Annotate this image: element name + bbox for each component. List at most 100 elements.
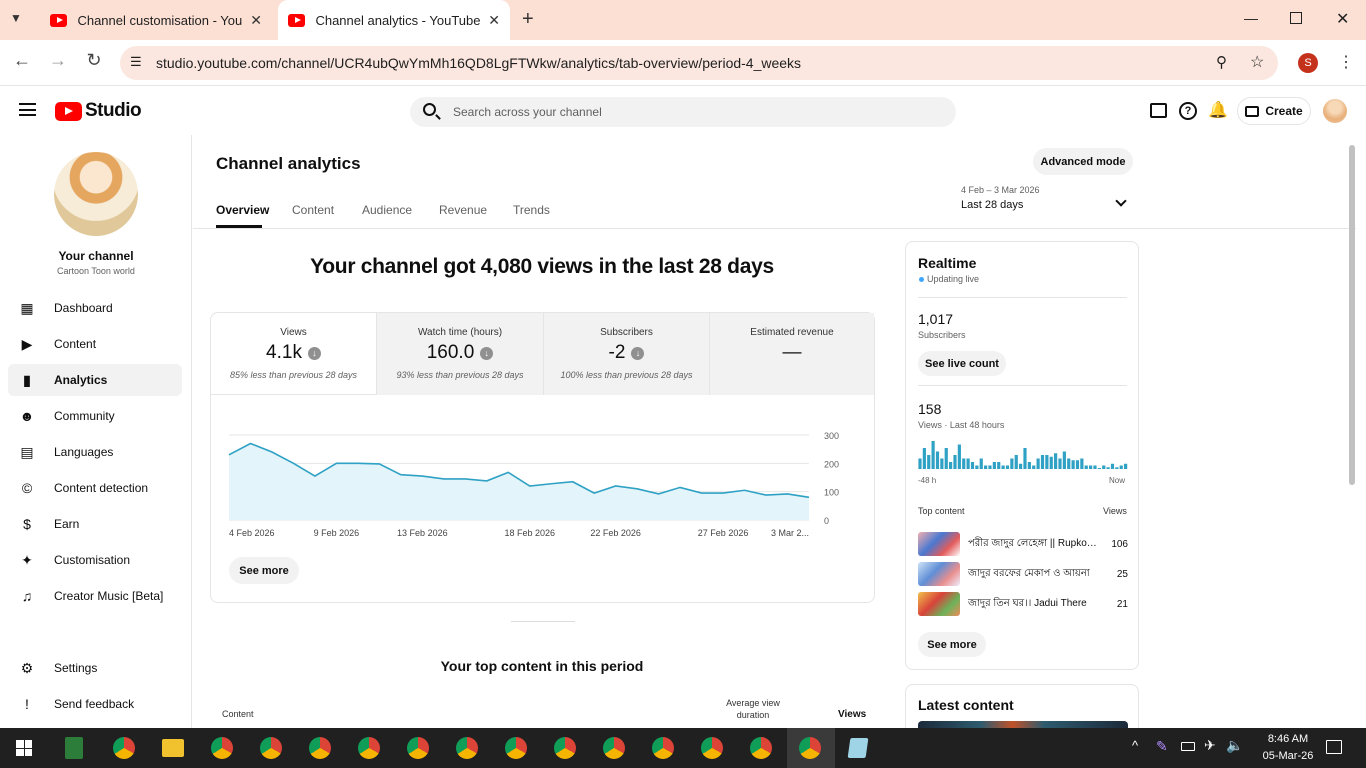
tab-overview[interactable]: Overview xyxy=(216,203,269,217)
windows-start-icon[interactable] xyxy=(16,740,32,756)
tab-search-chevron-icon[interactable]: ▼ xyxy=(10,11,22,25)
chrome-icon[interactable] xyxy=(211,737,233,759)
metric-views[interactable]: Views 4.1k ↓ 85% less than previous 28 da… xyxy=(211,313,377,395)
top-content-item[interactable]: পরীর জাদুর লেহেঙ্গা || Rupkotha 106 xyxy=(918,532,1128,556)
show-hidden-icons[interactable]: ^ xyxy=(1132,738,1138,753)
address-bar[interactable]: ☰ studio.youtube.com/channel/UCR4ubQwYmM… xyxy=(120,46,1278,80)
realtime-bar xyxy=(1023,448,1027,469)
table-header-avg-duration[interactable]: Average view duration xyxy=(713,697,793,721)
top-content-item[interactable]: জাদুর তিন ঘর।। Jadui There 21 xyxy=(918,592,1128,616)
sidebar-item-settings[interactable]: ⚙ Settings xyxy=(8,652,182,684)
see-live-count-button[interactable]: See live count xyxy=(918,351,1006,376)
chrome-profile-icon[interactable] xyxy=(701,737,723,759)
hamburger-menu-icon[interactable] xyxy=(19,103,36,116)
channel-avatar[interactable] xyxy=(54,152,138,236)
sidebar-item-creator-music[interactable]: ♫ Creator Music [Beta] xyxy=(8,580,182,612)
tab-content[interactable]: Content xyxy=(292,203,334,217)
window-close-icon[interactable]: ✕ xyxy=(1336,9,1349,29)
chrome-profile-icon[interactable] xyxy=(505,737,527,759)
metric-revenue[interactable]: Estimated revenue — xyxy=(709,313,874,395)
back-icon[interactable]: ← xyxy=(10,50,34,71)
section-divider xyxy=(511,621,575,622)
tab-revenue[interactable]: Revenue xyxy=(439,203,487,217)
windows-taskbar: ^ ✎ ✈ 🔈 8:46 AM 05-Mar-26 xyxy=(0,728,1366,768)
notifications-bell-icon[interactable]: 🔔 xyxy=(1208,100,1228,120)
notepad-icon[interactable] xyxy=(847,738,869,758)
latest-content-title: Latest content xyxy=(918,697,1014,713)
notification-center-icon[interactable] xyxy=(1326,740,1342,754)
browser-tab-2[interactable]: Channel analytics - YouTube Studio ✕ xyxy=(278,0,510,40)
chrome-profile-icon[interactable] xyxy=(554,737,576,759)
realtime-bar-chart[interactable] xyxy=(918,439,1128,469)
sidebar-item-feedback[interactable]: ! Send feedback xyxy=(8,688,182,720)
sidebar-item-earn[interactable]: $ Earn xyxy=(8,508,182,540)
minimize-icon[interactable]: — xyxy=(1244,10,1258,26)
site-info-icon[interactable]: ☰ xyxy=(130,54,142,70)
chrome-profile-icon[interactable] xyxy=(407,737,429,759)
create-label: Create xyxy=(1265,104,1303,118)
restore-icon[interactable] xyxy=(1290,12,1302,24)
help-icon[interactable]: ? xyxy=(1179,102,1197,120)
sidebar-item-label: Community xyxy=(54,409,115,423)
y-tick-label: 300 xyxy=(824,431,839,441)
chrome-profile-icon[interactable] xyxy=(652,737,674,759)
tab-trends[interactable]: Trends xyxy=(513,203,550,217)
battery-icon[interactable] xyxy=(1181,742,1195,751)
forward-icon[interactable]: → xyxy=(46,50,70,71)
bookmark-star-icon[interactable]: ☆ xyxy=(1250,52,1264,72)
sidebar-item-community[interactable]: ☻ Community xyxy=(8,400,182,432)
advanced-mode-button[interactable]: Advanced mode xyxy=(1033,148,1133,175)
chrome-profile-icon[interactable] xyxy=(799,737,821,759)
profile-avatar[interactable]: S xyxy=(1298,53,1318,73)
network-icon[interactable]: ✈ xyxy=(1204,737,1216,754)
top-content-item[interactable]: জাদুর বরফের মেকাপ ও আয়না 25 xyxy=(918,562,1128,586)
close-icon[interactable]: ✕ xyxy=(250,12,262,29)
pen-icon[interactable]: ✎ xyxy=(1156,738,1168,755)
clock-time[interactable]: 8:46 AM xyxy=(1256,733,1320,745)
metric-watch-time[interactable]: Watch time (hours) 160.0 ↓ 93% less than … xyxy=(377,313,543,395)
zoom-icon[interactable]: ⚲ xyxy=(1216,53,1227,71)
see-more-button[interactable]: See more xyxy=(918,632,986,657)
sidebar-item-dashboard[interactable]: ▦ Dashboard xyxy=(8,292,182,324)
sidebar-item-languages[interactable]: ▤ Languages xyxy=(8,436,182,468)
sidebar-item-customisation[interactable]: ✦ Customisation xyxy=(8,544,182,576)
new-tab-icon[interactable]: + xyxy=(522,8,534,31)
file-explorer-icon[interactable] xyxy=(162,739,184,757)
latest-video-thumbnail[interactable] xyxy=(918,721,1128,728)
date-range-picker[interactable]: 4 Feb – 3 Mar 2026 Last 28 days xyxy=(961,185,1133,219)
chrome-icon[interactable] xyxy=(113,737,135,759)
page-scrollbar[interactable] xyxy=(1349,145,1355,485)
browser-menu-icon[interactable]: ⋮ xyxy=(1338,52,1354,72)
chrome-profile-icon[interactable] xyxy=(260,737,282,759)
table-header-views[interactable]: Views xyxy=(838,709,866,720)
earn-icon: $ xyxy=(23,516,31,532)
url-text: studio.youtube.com/channel/UCR4ubQwYmMh1… xyxy=(156,55,802,71)
chrome-profile-icon[interactable] xyxy=(750,737,772,759)
close-icon[interactable]: ✕ xyxy=(488,12,500,29)
see-more-button[interactable]: See more xyxy=(229,557,299,584)
chrome-profile-icon[interactable] xyxy=(358,737,380,759)
metric-subscribers[interactable]: Subscribers -2 ↓ 100% less than previous … xyxy=(543,313,709,395)
sidebar-item-analytics[interactable]: ▮ Analytics xyxy=(8,364,182,396)
chrome-profile-icon[interactable] xyxy=(309,737,331,759)
chrome-profile-icon[interactable] xyxy=(603,737,625,759)
create-button[interactable]: Create xyxy=(1237,97,1311,125)
sidebar-item-content-detection[interactable]: © Content detection xyxy=(8,472,182,504)
chrome-profile-icon[interactable] xyxy=(456,737,478,759)
clock-date[interactable]: 05-Mar-26 xyxy=(1256,750,1320,762)
realtime-bar xyxy=(1062,451,1066,469)
sidebar-item-content[interactable]: ▶ Content xyxy=(8,328,182,360)
arrow-down-icon: ↓ xyxy=(307,346,321,360)
browser-tab-1[interactable]: Channel customisation - YouTube Studio ✕ xyxy=(40,4,272,36)
calculator-icon[interactable] xyxy=(65,737,83,759)
views-line-chart[interactable]: 0 100 200 300 4 Feb 2026 9 Feb 2026 13 Feb 202… xyxy=(211,425,874,555)
search-input[interactable]: Search across your channel xyxy=(410,97,956,127)
account-avatar[interactable] xyxy=(1323,99,1347,123)
studio-logo[interactable]: Studio xyxy=(55,100,142,122)
realtime-bar xyxy=(988,465,992,469)
video-thumbnail xyxy=(918,532,960,556)
comments-icon[interactable] xyxy=(1150,103,1167,118)
tab-audience[interactable]: Audience xyxy=(362,203,412,217)
volume-icon[interactable]: 🔈 xyxy=(1226,737,1243,754)
reload-icon[interactable]: ↻ xyxy=(82,50,106,71)
